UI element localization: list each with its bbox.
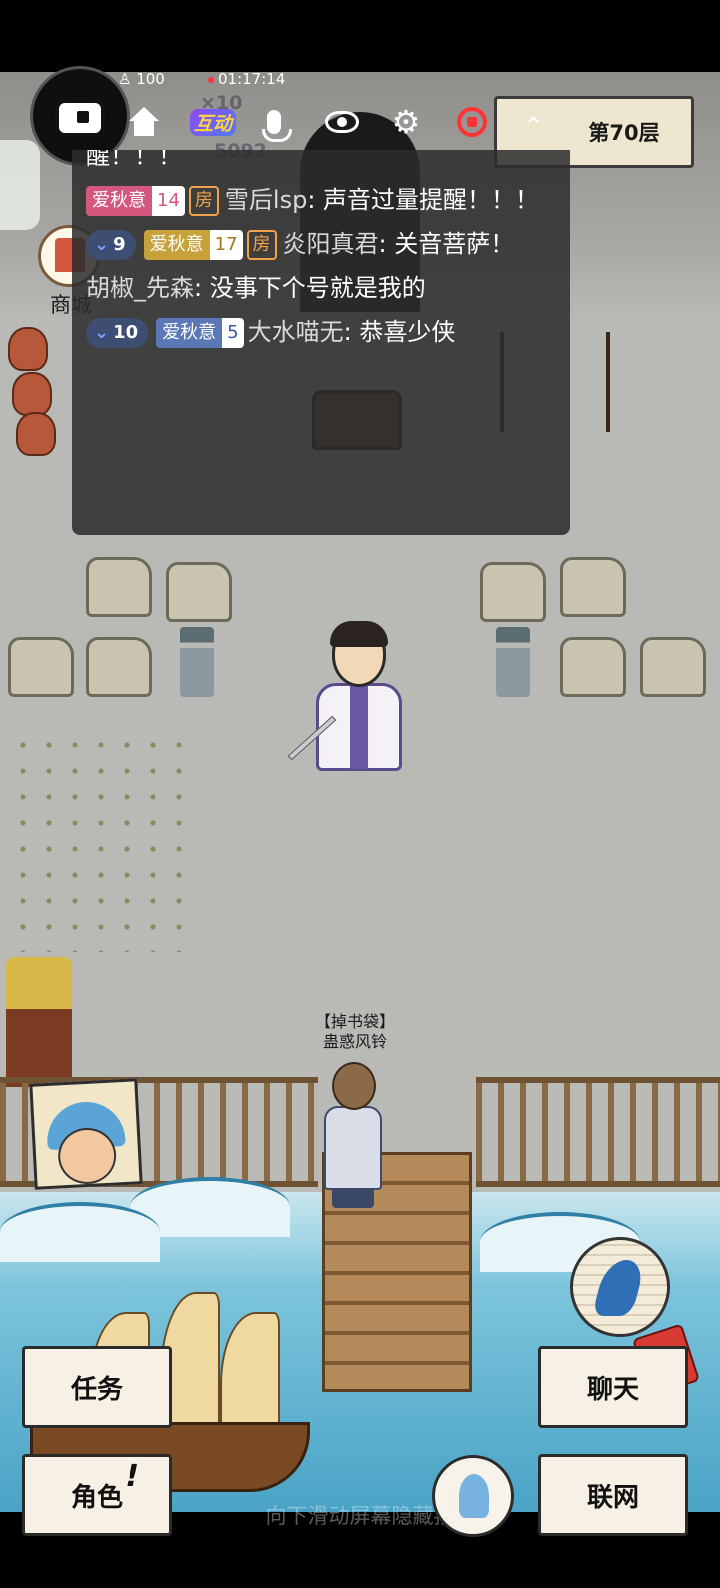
- stone-lantern: [496, 627, 530, 697]
- chat-message: ⌄ 9 爱秋意 17 房炎阳真君: 关音菩萨！: [86, 222, 556, 266]
- player-head: [332, 1062, 376, 1110]
- floor-label: 第70层: [588, 121, 660, 145]
- record-icon: [457, 107, 487, 137]
- role-alert-mark: !: [125, 1459, 139, 1494]
- room-badge: 房: [246, 230, 277, 260]
- home-icon: [129, 107, 159, 137]
- fan-badge: 爱秋意 17: [143, 230, 243, 260]
- stone-rock: [640, 637, 706, 697]
- eye-icon: [325, 111, 359, 133]
- gear-icon: ⚙: [391, 103, 421, 141]
- level-badge: ⌄ 10: [86, 318, 149, 348]
- stone-rock: [560, 557, 626, 617]
- lantern-post: [6, 957, 72, 1087]
- status-bar: [0, 0, 720, 72]
- chat-username: 炎阳真君: [282, 230, 379, 258]
- chat-button[interactable]: 聊天: [538, 1346, 688, 1428]
- wave: [0, 1202, 160, 1262]
- task-label: 任务: [70, 1374, 123, 1405]
- run-button[interactable]: [570, 1237, 670, 1337]
- chevron-down-icon: ⌄: [94, 234, 110, 255]
- stone-rock: [86, 637, 152, 697]
- npc-swordsman[interactable]: [287, 621, 420, 785]
- live-dot-icon: [208, 76, 214, 83]
- chat-username: 胡椒_先森: [86, 274, 194, 302]
- player-nameplate: 【掉书袋】 蛊惑风铃: [300, 1012, 410, 1052]
- wooden-fence: [476, 1077, 720, 1187]
- record-button[interactable]: [452, 102, 492, 142]
- player-tag: 【掉书袋】: [314, 1012, 395, 1031]
- live-toolbar: ♙ 100 01:17:14 互动 ⚙: [20, 66, 580, 166]
- eye-button[interactable]: [322, 102, 362, 142]
- level-badge: ⌄ 9: [86, 230, 136, 260]
- stone-rock: [166, 562, 232, 622]
- chat-text: 声音过量提醒！！！: [323, 186, 540, 214]
- settings-button[interactable]: ⚙: [386, 102, 426, 142]
- stone-rock: [8, 637, 74, 697]
- npc-sash: [350, 685, 368, 769]
- mic-button[interactable]: [254, 102, 294, 142]
- mic-icon: [262, 110, 292, 142]
- npc-hair: [330, 621, 388, 647]
- room-badge: 房: [188, 186, 219, 216]
- chat-username: 雪后lsp: [224, 186, 308, 214]
- task-button[interactable]: 任务: [22, 1346, 172, 1428]
- side-badge[interactable]: [0, 140, 40, 230]
- viewer-icon: ♙: [118, 70, 137, 88]
- wine-jar: [16, 412, 56, 456]
- interact-button[interactable]: 互动: [188, 102, 238, 142]
- fan-badge: 爱秋意 14: [86, 186, 185, 216]
- chat-message: 爱秋意 14 房雪后lsp: 声音过量提醒！！！: [86, 178, 556, 222]
- chat-label: 聊天: [586, 1374, 639, 1405]
- meditate-button[interactable]: [432, 1455, 514, 1537]
- live-chat-panel[interactable]: 醒！！！ 爱秋意 14 房雪后lsp: 声音过量提醒！！！ ⌄ 9 爱秋意 17 房炎阳真君…: [72, 150, 570, 535]
- swipe-hint: 向下滑动屏幕隐藏按: [265, 1504, 455, 1528]
- chat-username: 大水喵无: [247, 318, 344, 346]
- viewer-count: ♙ 100: [118, 70, 165, 88]
- stone-rock: [86, 557, 152, 617]
- chevron-down-icon: ⌄: [94, 322, 110, 343]
- chat-message: 醒！！！: [86, 150, 182, 170]
- player-character[interactable]: [318, 1062, 388, 1212]
- tv-icon: [55, 99, 105, 137]
- chat-text: 关音菩萨！: [394, 230, 515, 258]
- home-button[interactable]: [124, 102, 164, 142]
- meditate-icon: [459, 1474, 489, 1518]
- interact-icon: 互动: [189, 108, 236, 136]
- grass-patch: [10, 732, 200, 952]
- player-legs: [332, 1188, 374, 1208]
- player-body: [324, 1106, 382, 1190]
- wine-jar: [12, 372, 52, 416]
- character-card[interactable]: [29, 1078, 143, 1190]
- stone-rock: [560, 637, 626, 697]
- run-icon: [591, 1260, 647, 1316]
- chat-message: 胡椒_先森: 没事下个号就是我的: [86, 274, 426, 302]
- chat-text: 没事下个号就是我的: [209, 274, 426, 302]
- live-timer: 01:17:14: [208, 70, 285, 88]
- player-name: 蛊惑风铃: [322, 1032, 387, 1051]
- fan-badge: 爱秋意 5: [156, 318, 244, 348]
- chat-message: ⌄ 10 爱秋意 5 大水喵无: 恭喜少侠: [86, 310, 556, 354]
- stone-rock: [480, 562, 546, 622]
- ship-sail: [220, 1312, 280, 1432]
- stone-lantern: [180, 627, 214, 697]
- chat-text: 恭喜少侠: [359, 318, 456, 346]
- wine-jar: [8, 327, 48, 371]
